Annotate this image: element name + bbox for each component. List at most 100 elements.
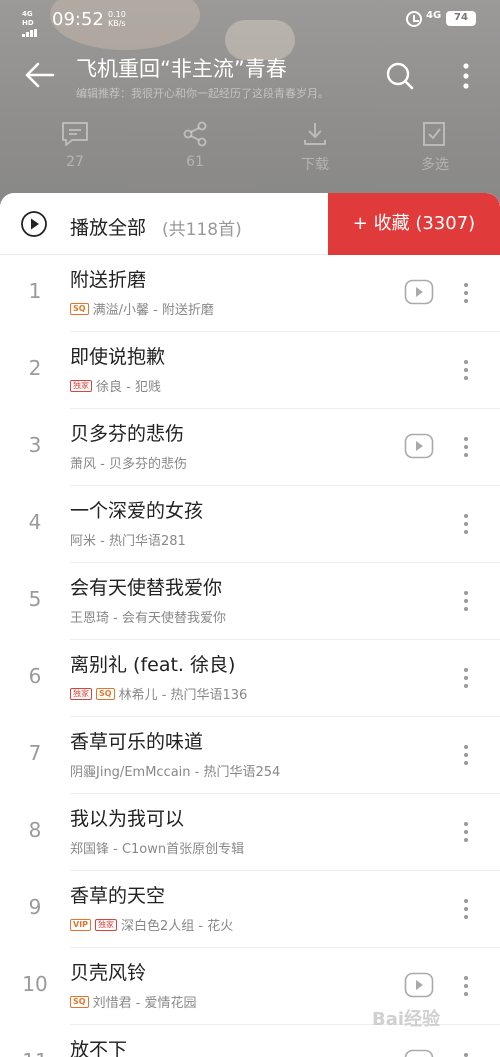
search-icon[interactable] (384, 60, 416, 92)
comment-count: 27 (66, 154, 84, 170)
sq-badge: SQ (70, 302, 89, 315)
song-title: 一个深爱的女孩 (70, 500, 204, 522)
more-vertical-icon[interactable] (458, 512, 474, 536)
song-meta: SQ 满溢/小馨 - 附送折磨 (70, 299, 214, 318)
song-meta: SQ 刘惜君 - 爱情花园 (70, 992, 197, 1011)
multi-select-icon (423, 122, 445, 146)
song-number: 7 (28, 741, 42, 765)
song-title: 离别礼 (feat. 徐良) (70, 654, 236, 676)
download-icon (304, 123, 326, 145)
song-artist-album: 王恩琦 - 会有天使替我爱你 (70, 611, 226, 626)
vip-badge: VIP (70, 918, 92, 931)
status-bar: 4G HD 09:52 0.10 KB/s 4G 74 (0, 0, 500, 40)
net-speed: 0.10 KB/s (108, 10, 126, 28)
more-vertical-icon[interactable] (458, 974, 474, 998)
more-vertical-icon[interactable] (458, 358, 474, 382)
exclusive-badge: 独家 (70, 379, 92, 392)
song-row[interactable]: 1 附送折磨 SQ 满溢/小馨 - 附送折磨 (0, 255, 500, 332)
alarm-icon (406, 11, 422, 27)
more-vertical-icon[interactable] (458, 897, 474, 921)
song-title: 我以为我可以 (70, 808, 185, 830)
song-title: 香草可乐的味道 (70, 731, 204, 753)
more-vertical-icon[interactable] (458, 281, 474, 305)
song-title: 香草的天空 (70, 885, 166, 907)
network-label: 4G HD (22, 10, 34, 27)
song-meta: 独家 徐良 - 犯贱 (70, 376, 161, 395)
song-row[interactable]: 9 香草的天空 VIP 独家 深白色2人组 - 花火 (0, 871, 500, 948)
sq-badge: SQ (96, 687, 115, 700)
song-title: 贝壳风铃 (70, 962, 147, 984)
song-title: 附送折磨 (70, 269, 147, 291)
more-vertical-icon[interactable] (458, 1051, 474, 1057)
play-circle-icon[interactable] (20, 210, 48, 238)
download-button[interactable]: 下载 (270, 120, 360, 180)
play-all-label[interactable]: 播放全部 (70, 213, 146, 240)
mv-play-icon[interactable] (404, 433, 434, 459)
song-number: 1 (28, 279, 42, 303)
download-label: 下载 (301, 157, 329, 173)
song-meta: VIP 独家 深白色2人组 - 花火 (70, 915, 233, 934)
more-vertical-icon[interactable] (458, 666, 474, 690)
more-vertical-icon[interactable] (458, 589, 474, 613)
clock: 09:52 (52, 9, 104, 30)
song-artist-album: 郑国锋 - C1own首张原创专辑 (70, 842, 245, 857)
song-number: 2 (28, 356, 42, 380)
song-number: 10 (22, 972, 48, 996)
song-row[interactable]: 2 即使说抱歉独家 徐良 - 犯贱 (0, 332, 500, 409)
song-row[interactable]: 8 我以为我可以郑国锋 - C1own首张原创专辑 (0, 794, 500, 871)
song-row[interactable]: 6 离别礼 (feat. 徐良) 独家 SQ 林希儿 - 热门华语136 (0, 640, 500, 717)
action-row: 27 61 下载 多选 (30, 120, 480, 180)
song-artist-album: 阿米 - 热门华语281 (70, 534, 186, 549)
share-button[interactable]: 61 (150, 120, 240, 180)
song-title: 放不下 (70, 1039, 128, 1057)
comment-button[interactable]: 27 (30, 120, 120, 180)
song-title: 会有天使替我爱你 (70, 577, 223, 599)
more-vertical-icon[interactable] (454, 60, 478, 92)
song-artist-album: 阴霾Jing/EmMccain - 热门华语254 (70, 765, 281, 780)
play-all-bar[interactable]: 播放全部 (共118首) + 收藏 (3307) (0, 193, 500, 255)
song-count: (共118首) (162, 220, 242, 240)
song-number: 3 (28, 433, 42, 457)
song-row[interactable]: 5 会有天使替我爱你王恩琦 - 会有天使替我爱你 (0, 563, 500, 640)
song-number: 5 (28, 587, 42, 611)
song-number: 8 (28, 818, 42, 842)
mv-play-icon[interactable] (404, 972, 434, 998)
song-number: 11 (0, 1049, 70, 1057)
comment-icon (62, 122, 88, 146)
collect-button[interactable]: + 收藏 (3307) (328, 193, 500, 255)
song-artist-album: 深白色2人组 - 花火 (121, 919, 234, 934)
page-subtitle: 编辑推荐：我很开心和你一起经历了这段青春岁月。 (76, 87, 329, 100)
more-vertical-icon[interactable] (458, 743, 474, 767)
mv-play-icon[interactable] (404, 1049, 434, 1057)
song-meta: 郑国锋 - C1own首张原创专辑 (70, 838, 244, 857)
page-title: 飞机重回“非主流”青春 (76, 57, 287, 81)
share-count: 61 (186, 154, 204, 170)
network-4g-label: 4G (426, 10, 442, 21)
song-number: 6 (28, 664, 42, 688)
song-title: 贝多芬的悲伤 (70, 423, 185, 445)
multi-select-label: 多选 (421, 157, 449, 173)
song-row[interactable]: 3 贝多芬的悲伤 萧风 - 贝多芬的悲伤 (0, 409, 500, 486)
battery-icon: 74 (446, 11, 476, 26)
signal-icon: 4G HD (22, 10, 46, 37)
exclusive-badge: 独家 (70, 687, 92, 700)
multi-select-button[interactable]: 多选 (390, 120, 480, 180)
more-vertical-icon[interactable] (458, 820, 474, 844)
song-meta: 阿米 - 热门华语281 (70, 530, 186, 549)
baidu-watermark: Bai经验 (372, 1009, 441, 1030)
net-speed-value: 0.10 (108, 10, 126, 19)
more-vertical-icon[interactable] (458, 435, 474, 459)
mv-play-icon[interactable] (404, 279, 434, 305)
song-title: 即使说抱歉 (70, 346, 166, 368)
song-number: 4 (28, 510, 42, 534)
song-meta: 阴霾Jing/EmMccain - 热门华语254 (70, 761, 280, 780)
song-meta: 独家 SQ 林希儿 - 热门华语136 (70, 684, 247, 703)
song-row[interactable]: 4 一个深爱的女孩阿米 - 热门华语281 (0, 486, 500, 563)
song-number: 9 (28, 895, 42, 919)
back-arrow-icon[interactable] (22, 58, 56, 92)
song-artist-album: 满溢/小馨 - 附送折磨 (92, 303, 214, 318)
sq-badge: SQ (70, 995, 89, 1008)
song-row[interactable]: 7 香草可乐的味道阴霾Jing/EmMccain - 热门华语254 (0, 717, 500, 794)
song-artist-album: 刘惜君 - 爱情花园 (92, 996, 197, 1011)
song-artist-album: 林希儿 - 热门华语136 (118, 688, 248, 703)
